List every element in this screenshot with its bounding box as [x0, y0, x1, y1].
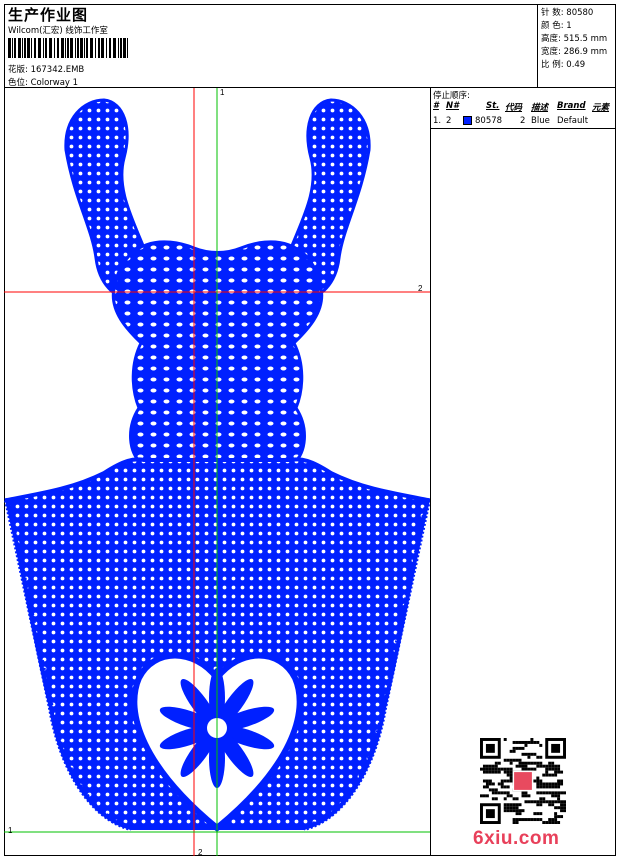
stat-value: 80580	[566, 8, 594, 18]
colorway-label: 色位:	[8, 78, 28, 88]
guide-label-top: 1	[220, 88, 225, 97]
column-header-n: N#	[446, 101, 460, 111]
row-brand: Default	[557, 116, 589, 126]
stat-scale: 比 例: 0.49	[541, 58, 585, 70]
design-file-value: 167342.EMB	[30, 65, 85, 75]
row-stitches: 80578	[475, 116, 503, 126]
column-header-element: 元素	[592, 103, 610, 113]
row-index: 1.	[433, 116, 442, 126]
embroidery-preview	[4, 88, 431, 856]
table-divider	[431, 128, 616, 129]
watermark-logo: 6xiu.com	[473, 828, 560, 849]
guide-label-right: 2	[418, 284, 423, 293]
barcode-image	[8, 38, 128, 58]
stat-label: 针 数:	[541, 8, 564, 18]
stat-label: 高度:	[541, 34, 561, 44]
stat-value: 1	[566, 21, 572, 31]
design-file-line: 花版: 167342.EMB	[8, 63, 84, 75]
colorway-line: 色位: Colorway 1	[8, 76, 78, 88]
column-header-brand: Brand	[557, 101, 586, 111]
column-header-code: 代码	[505, 103, 523, 113]
stat-label: 宽度:	[541, 47, 561, 57]
stat-colors: 颜 色: 1	[541, 19, 572, 31]
thread-color-swatch	[463, 116, 472, 125]
guide-label-left: 1	[8, 826, 13, 835]
stat-value: 286.9 mm	[563, 47, 608, 57]
studio-name: Wilcom(汇宏) 线饰工作室	[8, 26, 108, 36]
stat-width: 宽度: 286.9 mm	[541, 45, 607, 57]
stat-value: 0.49	[566, 60, 586, 70]
embroidery-design	[4, 88, 430, 856]
column-header-index: #	[433, 101, 439, 111]
row-n: 2	[446, 116, 452, 126]
stat-label: 颜 色:	[541, 21, 564, 31]
design-file-label: 花版:	[8, 65, 28, 75]
stop-sequence-heading: 停止顺序:	[433, 91, 470, 101]
row-code: 2	[520, 116, 526, 126]
column-header-stitches: St.	[486, 101, 500, 111]
qr-code-image	[480, 738, 566, 824]
guide-label-bottom: 2	[198, 848, 203, 857]
colorway-value: Colorway 1	[30, 78, 79, 88]
stat-value: 515.5 mm	[563, 34, 608, 44]
stat-label: 比 例:	[541, 60, 564, 70]
stat-stitches: 针 数: 80580	[541, 6, 593, 18]
column-header-description: 描述	[531, 103, 549, 113]
stat-height: 高度: 515.5 mm	[541, 32, 607, 44]
page-title: 生产作业图	[8, 6, 89, 24]
row-description: Blue	[531, 116, 550, 126]
